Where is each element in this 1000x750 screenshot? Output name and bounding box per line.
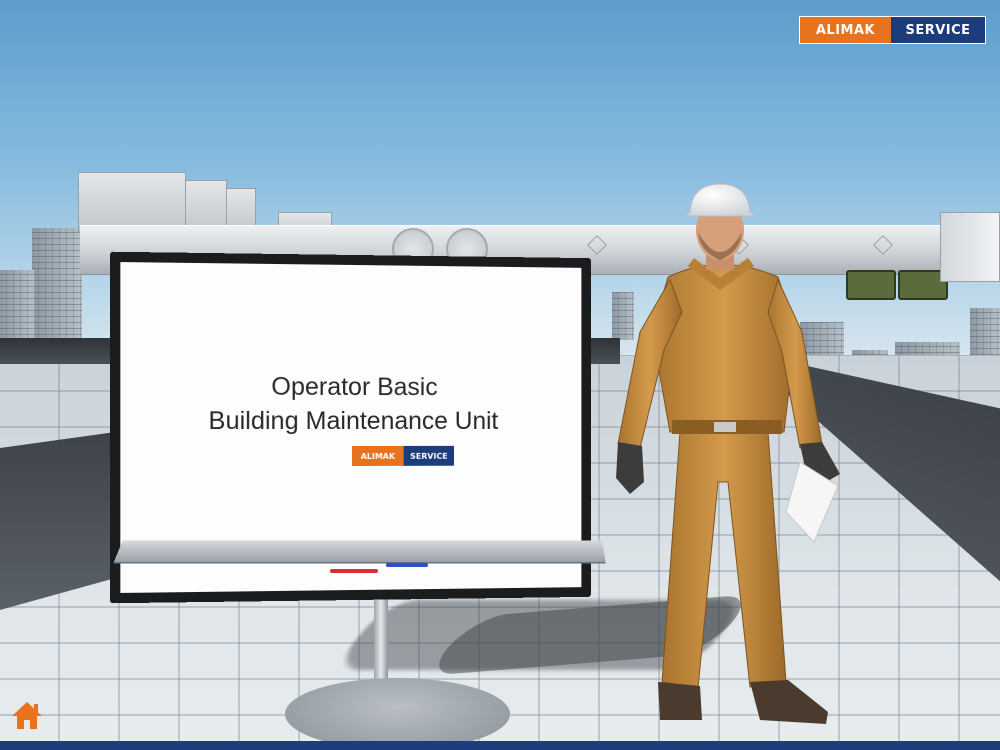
beam-endcap [940,212,1000,282]
course-title: Operator Basic Building Maintenance Unit [120,369,581,438]
skyline-building [32,228,82,340]
worker-avatar [600,182,840,727]
board-stand-base [285,678,510,750]
course-title-line1: Operator Basic [120,369,581,404]
home-icon[interactable] [11,700,43,730]
skyline-building [0,270,34,340]
board-logo-service: SERVICE [404,446,454,466]
brand-logo: ALIMAK SERVICE [799,16,986,44]
rooftop-unit [78,172,186,232]
beam-motor [846,270,896,300]
course-title-line2: Building Maintenance Unit [120,404,581,439]
brand-logo-alimak: ALIMAK [800,17,891,43]
board-marker-tray [113,541,606,564]
board-logo-alimak: ALIMAK [352,446,404,466]
blue-marker [386,563,428,567]
red-marker [330,569,378,573]
bottom-bar [0,741,1000,750]
brand-logo-service: SERVICE [891,17,985,43]
board-brand-logo: ALIMAK SERVICE [352,446,454,466]
